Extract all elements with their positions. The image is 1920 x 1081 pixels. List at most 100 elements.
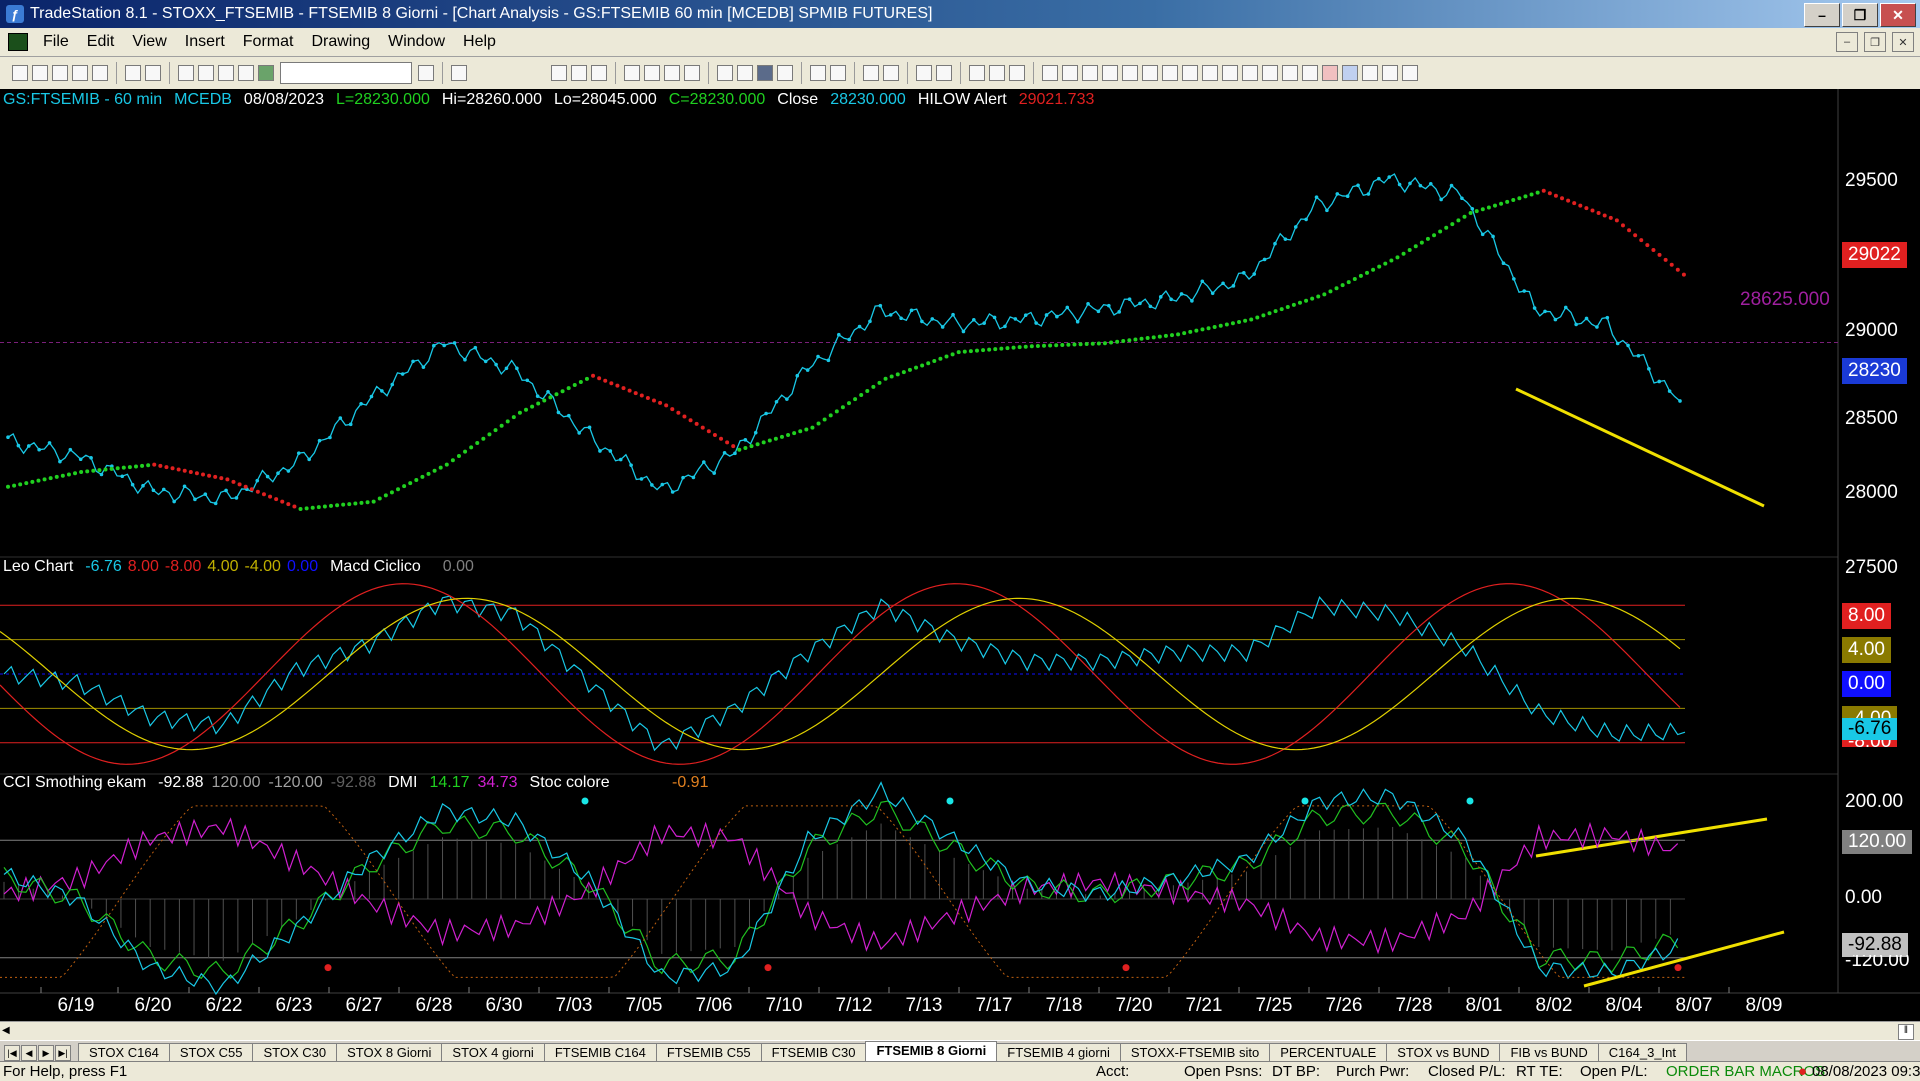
speed-lines-icon[interactable] (1122, 65, 1138, 81)
scroll-right-icon[interactable] (830, 65, 846, 81)
tab-stox-c55[interactable]: STOX C55 (168, 1043, 254, 1061)
tab-ftsemib-c30[interactable]: FTSEMIB C30 (760, 1043, 867, 1061)
chart-window-icon[interactable] (8, 33, 28, 51)
close-button[interactable]: ✕ (1880, 3, 1916, 27)
price-point (1574, 322, 1578, 327)
layout2-icon[interactable] (571, 65, 587, 81)
arrow-up-icon[interactable] (1342, 65, 1358, 81)
channel-icon[interactable] (1202, 65, 1218, 81)
tab-ftsemib-8-giorni[interactable]: FTSEMIB 8 Giorni (865, 1041, 998, 1061)
tradestation-icon[interactable]: ƒ (6, 5, 24, 23)
scroll-thumb[interactable]: ‖ (1898, 1024, 1914, 1040)
radar-icon[interactable] (644, 65, 660, 81)
price-point (1449, 183, 1454, 188)
layout-icon[interactable] (551, 65, 567, 81)
scroll-left-arrow-icon[interactable]: ◀ (2, 1025, 14, 1037)
regression-icon[interactable] (1242, 65, 1258, 81)
print-icon[interactable] (125, 65, 141, 81)
tab-stox-vs-bund[interactable]: STOX vs BUND (1386, 1043, 1501, 1061)
folder-icon[interactable] (92, 65, 108, 81)
strategy-icon[interactable] (664, 65, 680, 81)
find-icon[interactable] (451, 65, 467, 81)
zoom-in-icon[interactable] (863, 65, 879, 81)
menu-view[interactable]: View (123, 33, 175, 51)
menu-file[interactable]: File (34, 33, 78, 51)
copy-icon[interactable] (198, 65, 214, 81)
curve-icon[interactable] (1302, 65, 1318, 81)
tab-stox-4-giorni[interactable]: STOX 4 giorni (441, 1043, 545, 1061)
tab-ftsemib-c55[interactable]: FTSEMIB C55 (655, 1043, 762, 1061)
tab-fib-vs-bund[interactable]: FIB vs BUND (1499, 1043, 1599, 1061)
lock-icon[interactable] (218, 65, 234, 81)
chart-window[interactable]: GS:FTSEMIB - 60 min MCEDB 08/08/2023 L=2… (0, 89, 1920, 1021)
vertical-line-icon[interactable] (1062, 65, 1078, 81)
tab-prev-icon[interactable]: ◀ (21, 1045, 37, 1061)
chart-icon[interactable] (238, 65, 254, 81)
save-icon[interactable] (52, 65, 68, 81)
fan-icon[interactable] (1282, 65, 1298, 81)
grid-icon[interactable] (591, 65, 607, 81)
tab-first-icon[interactable]: |◀ (4, 1045, 20, 1061)
mdi-close-button[interactable]: ✕ (1892, 32, 1914, 52)
tab-stox-c164[interactable]: STOX C164 (78, 1043, 170, 1061)
restore-button[interactable]: ❐ (1842, 3, 1878, 27)
moving-average-point (1291, 302, 1296, 307)
rectangle-icon[interactable] (1382, 65, 1398, 81)
eraser-icon[interactable] (1009, 65, 1025, 81)
menu-help[interactable]: Help (454, 33, 505, 51)
indicator-icon[interactable] (684, 65, 700, 81)
ellipse-icon[interactable] (1362, 65, 1378, 81)
crosshair-icon[interactable] (936, 65, 952, 81)
analysis-icon[interactable] (624, 65, 640, 81)
menu-drawing[interactable]: Drawing (302, 33, 379, 51)
trendline-icon[interactable] (1042, 65, 1058, 81)
workspace-icon[interactable] (72, 65, 88, 81)
menu-window[interactable]: Window (379, 33, 454, 51)
gann-icon[interactable] (1142, 65, 1158, 81)
arrow-down-icon[interactable] (1322, 65, 1338, 81)
parallel-icon[interactable] (1222, 65, 1238, 81)
wrench-icon[interactable] (969, 65, 985, 81)
matrix-icon[interactable] (737, 65, 753, 81)
menu-edit[interactable]: Edit (78, 33, 124, 51)
menu-insert[interactable]: Insert (176, 33, 234, 51)
text-icon[interactable] (1402, 65, 1418, 81)
bars-icon[interactable] (777, 65, 793, 81)
open-icon[interactable] (32, 65, 48, 81)
horizontal-line-icon[interactable] (1082, 65, 1098, 81)
tab-stox-8-giorni[interactable]: STOX 8 Giorni (336, 1043, 443, 1061)
tab-stox-c30[interactable]: STOX C30 (252, 1043, 338, 1061)
fib-icon[interactable] (1102, 65, 1118, 81)
tab-next-icon[interactable]: ▶ (38, 1045, 54, 1061)
hourglass-icon[interactable] (717, 65, 733, 81)
new-icon[interactable] (12, 65, 28, 81)
moving-average-point (414, 478, 419, 483)
cycle-icon[interactable] (1182, 65, 1198, 81)
tab-percentuale[interactable]: PERCENTUALE (1269, 1043, 1388, 1061)
print-preview-icon[interactable] (145, 65, 161, 81)
zoom-out-icon[interactable] (883, 65, 899, 81)
tab-c164-3-int[interactable]: C164_3_Int (1597, 1043, 1688, 1061)
alert-icon[interactable] (989, 65, 1005, 81)
cut-icon[interactable] (178, 65, 194, 81)
mdi-minimize-button[interactable]: – (1836, 32, 1858, 52)
symbol-combo[interactable] (280, 62, 412, 84)
tab-ftsemib-4-giorni[interactable]: FTSEMIB 4 giorni (996, 1043, 1121, 1061)
moving-average-point (517, 410, 522, 415)
tab-last-icon[interactable]: ▶| (55, 1045, 71, 1061)
tab-ftsemib-c164[interactable]: FTSEMIB C164 (543, 1043, 657, 1061)
andrews-icon[interactable] (1162, 65, 1178, 81)
scroll-left-icon[interactable] (810, 65, 826, 81)
minimize-button[interactable]: – (1804, 3, 1840, 27)
bar-chart-icon[interactable] (757, 65, 773, 81)
menu-format[interactable]: Format (234, 33, 303, 51)
tab-stoxx-ftsemib-sito[interactable]: STOXX-FTSEMIB sito (1119, 1043, 1271, 1061)
pointer-icon[interactable] (916, 65, 932, 81)
mdi-restore-button[interactable]: ❐ (1864, 32, 1886, 52)
arrow-right-icon[interactable] (418, 65, 434, 81)
horizontal-scrollbar[interactable]: ◀ ‖ (0, 1021, 1920, 1040)
moving-average-point (280, 499, 285, 504)
globe-icon[interactable] (258, 65, 274, 81)
chart-canvas[interactable] (0, 89, 1920, 1021)
arc-icon[interactable] (1262, 65, 1278, 81)
